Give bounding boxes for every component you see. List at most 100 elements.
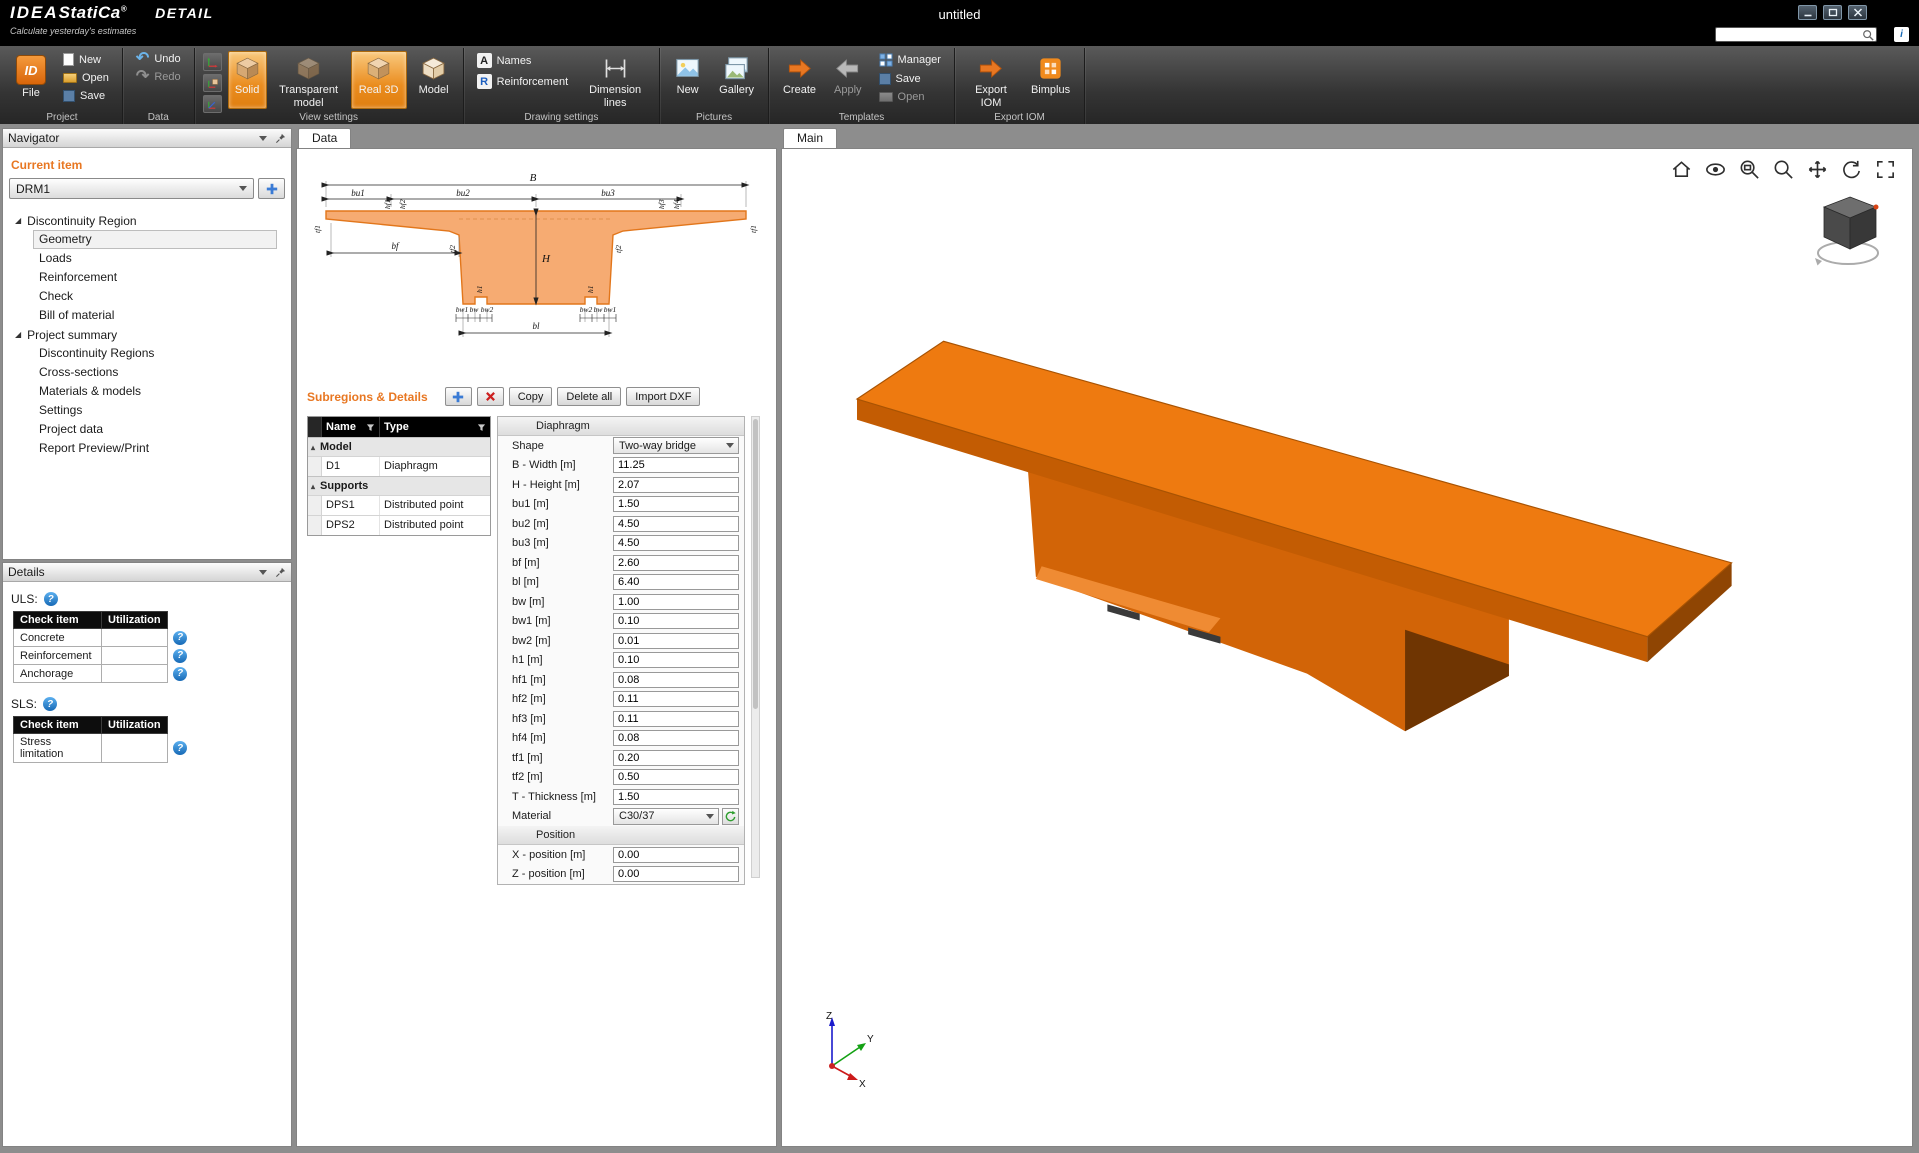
subregion-row-d1[interactable]: D1Diaphragm [308, 456, 490, 476]
transparent-view-button[interactable]: Transparent model [273, 51, 345, 109]
viewport[interactable]: Z Y X [781, 148, 1913, 1147]
filter-icon[interactable] [477, 423, 486, 432]
gallery-button[interactable]: Gallery [713, 51, 760, 109]
column-header-name[interactable]: Name [322, 417, 380, 437]
navigation-cube[interactable] [1812, 191, 1888, 275]
import-dxf-button[interactable]: Import DXF [626, 387, 700, 406]
tree-node-discontinuity-region[interactable]: ◢Discontinuity Region [9, 211, 285, 230]
scrollbar-thumb[interactable] [753, 419, 758, 709]
property-input-x-position-m[interactable] [613, 847, 739, 863]
property-input-hf2-m[interactable] [613, 691, 739, 707]
property-input-hf3-m[interactable] [613, 711, 739, 727]
zoom-button[interactable] [1771, 157, 1796, 182]
search-icon[interactable] [1862, 29, 1874, 41]
template-manager-button[interactable]: Manager [874, 51, 946, 69]
panel-collapse-icon[interactable] [259, 570, 267, 575]
properties-scrollbar[interactable] [751, 416, 760, 878]
delete-all-button[interactable]: Delete all [557, 387, 621, 406]
panel-collapse-icon[interactable] [259, 136, 267, 141]
bimplus-button[interactable]: Bimplus [1025, 51, 1076, 109]
tab-main[interactable]: Main [783, 128, 837, 148]
bridge-3d-model[interactable] [842, 279, 1742, 856]
property-input-hf1-m[interactable] [613, 672, 739, 688]
lcs-toggle-button[interactable] [203, 95, 222, 113]
pin-icon[interactable] [275, 567, 286, 578]
property-input-b-width-m[interactable] [613, 457, 739, 473]
expander-icon[interactable]: ◢ [15, 216, 21, 225]
tree-item-geometry[interactable]: Geometry [33, 230, 277, 249]
maximize-button[interactable] [1823, 5, 1842, 20]
collapse-icon[interactable]: ▴ [311, 443, 315, 452]
property-input-t-thickness-m[interactable] [613, 789, 739, 805]
subregion-row-dps2[interactable]: DPS2Distributed point [308, 515, 490, 535]
group-row-supports[interactable]: ▴Supports [308, 476, 490, 495]
home-view-button[interactable] [1669, 157, 1694, 182]
help-icon[interactable]: ? [43, 697, 57, 711]
property-input-hf4-m[interactable] [613, 730, 739, 746]
property-input-bw2-m[interactable] [613, 633, 739, 649]
property-input-h-height-m[interactable] [613, 477, 739, 493]
expander-icon[interactable]: ◢ [15, 330, 21, 339]
add-region-button[interactable] [258, 178, 285, 199]
property-input-bu1-m[interactable] [613, 496, 739, 512]
save-project-button[interactable]: Save [58, 88, 114, 104]
pin-icon[interactable] [275, 133, 286, 144]
model-view-button[interactable]: Model [413, 51, 455, 109]
filter-icon[interactable] [366, 423, 375, 432]
property-input-bw1-m[interactable] [613, 613, 739, 629]
property-input-bl-m[interactable] [613, 574, 739, 590]
minimize-button[interactable] [1798, 5, 1817, 20]
delete-subregion-button[interactable] [477, 387, 504, 406]
copy-button[interactable]: Copy [509, 387, 553, 406]
property-input-bw-m[interactable] [613, 594, 739, 610]
help-icon[interactable]: ? [173, 631, 187, 645]
fit-view-button[interactable] [1873, 157, 1898, 182]
tree-item-materials-models[interactable]: Materials & models [33, 382, 277, 401]
tree-item-loads[interactable]: Loads [33, 249, 277, 268]
undo-button[interactable]: ↶Undo [131, 51, 186, 67]
dimension-lines-button[interactable]: Dimension lines [579, 51, 651, 109]
tree-item-settings[interactable]: Settings [33, 401, 277, 420]
material-select[interactable]: C30/37 [613, 808, 719, 825]
property-input-h1-m[interactable] [613, 652, 739, 668]
workplane-toggle-button[interactable] [203, 74, 222, 92]
rotate-view-button[interactable] [1839, 157, 1864, 182]
tab-data[interactable]: Data [298, 128, 351, 148]
property-input-tf1-m[interactable] [613, 750, 739, 766]
help-icon[interactable]: ? [173, 649, 187, 663]
view-direction-button[interactable] [1703, 157, 1728, 182]
info-button[interactable]: i [1894, 27, 1909, 42]
collapse-icon[interactable]: ▴ [311, 482, 315, 491]
tree-node-project-summary[interactable]: ◢Project summary [9, 325, 285, 344]
axes-toggle-button[interactable] [203, 53, 222, 71]
real-3d-button[interactable]: Real 3D [351, 51, 407, 109]
zoom-window-button[interactable] [1737, 157, 1762, 182]
template-create-button[interactable]: Create [777, 51, 822, 109]
property-input-z-position-m[interactable] [613, 866, 739, 882]
file-button[interactable]: ID File [10, 51, 52, 109]
property-input-bu2-m[interactable] [613, 516, 739, 532]
reinforcement-toggle-button[interactable]: RReinforcement [472, 72, 574, 91]
search-input[interactable] [1716, 29, 1862, 40]
column-header-type[interactable]: Type [380, 417, 490, 437]
tree-item-reinforcement[interactable]: Reinforcement [33, 268, 277, 287]
tree-item-project-data[interactable]: Project data [33, 420, 277, 439]
close-button[interactable] [1848, 5, 1867, 20]
property-input-bf-m[interactable] [613, 555, 739, 571]
export-iom-button[interactable]: Export IOM [963, 51, 1019, 109]
tree-item-cross-sections[interactable]: Cross-sections [33, 363, 277, 382]
tree-item-bill-of-material[interactable]: Bill of material [33, 306, 277, 325]
material-edit-button[interactable] [722, 808, 739, 825]
solid-view-button[interactable]: Solid [228, 51, 267, 109]
group-row-model[interactable]: ▴Model [308, 437, 490, 456]
property-input-bu3-m[interactable] [613, 535, 739, 551]
help-icon[interactable]: ? [173, 667, 187, 681]
shape-select[interactable]: Two-way bridge [613, 437, 739, 454]
new-project-button[interactable]: New [58, 51, 114, 68]
names-toggle-button[interactable]: ANames [472, 51, 574, 70]
picture-new-button[interactable]: New [668, 51, 707, 109]
tree-item-report-preview-print[interactable]: Report Preview/Print [33, 439, 277, 458]
pan-button[interactable] [1805, 157, 1830, 182]
open-project-button[interactable]: Open [58, 70, 114, 86]
help-icon[interactable]: ? [173, 741, 187, 755]
